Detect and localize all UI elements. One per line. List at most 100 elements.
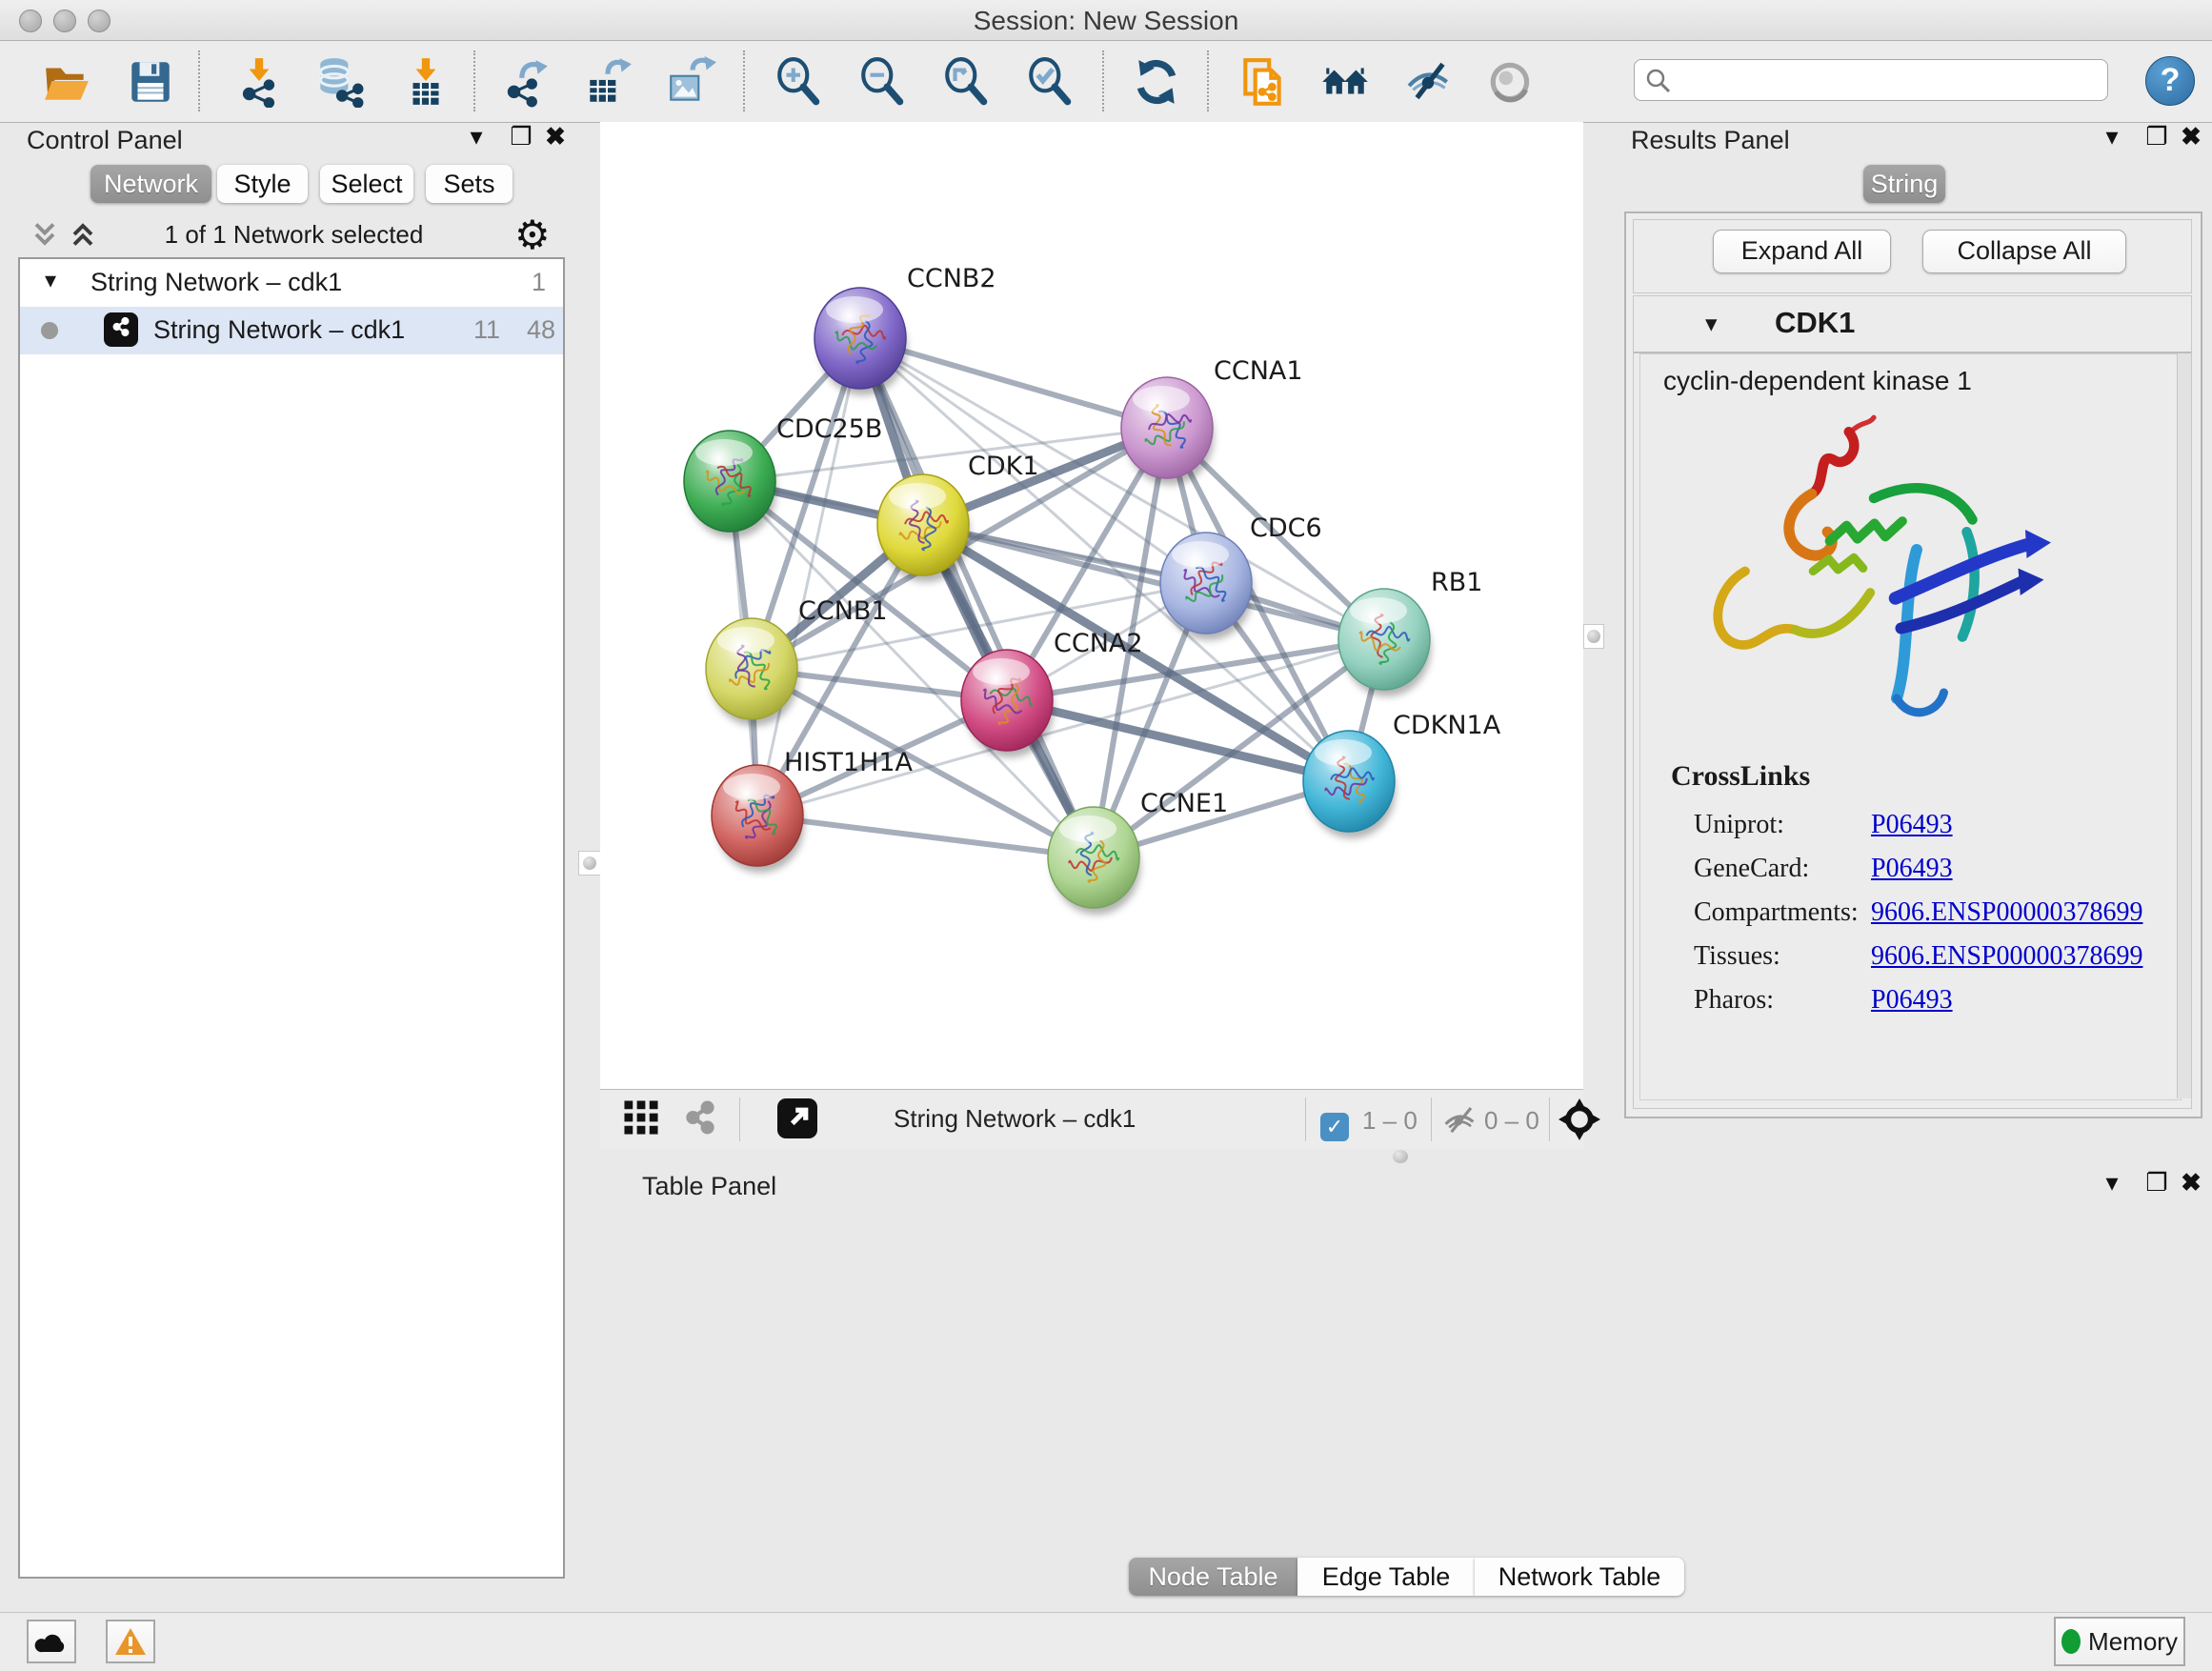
selected-checkbox-icon[interactable]: ✓ <box>1320 1105 1349 1141</box>
collection-expander-icon[interactable]: ▾ <box>45 267 56 294</box>
crosslink-label: Compartments: <box>1694 897 1859 927</box>
zoom-in-icon[interactable] <box>773 54 826 110</box>
birds-eye-view-icon[interactable] <box>623 1099 659 1142</box>
crosslink-label: GeneCard: <box>1694 854 1809 883</box>
network-options-gear-icon[interactable]: ⚙ <box>514 215 551 255</box>
zoom-out-icon[interactable] <box>856 54 910 110</box>
window-title: Session: New Session <box>0 6 2212 36</box>
cdk1-section: ▾ CDK1 cyclin-dependent kinase 1 <box>1633 295 2192 1109</box>
network-canvas[interactable]: CCNB2CCNA1CDC25BCDK1CDC6RB1CCNB1CCNA2CDK… <box>600 122 1583 1089</box>
crosslink-link[interactable]: 9606.ENSP00000378699 <box>1871 897 2142 928</box>
tab-string[interactable]: String <box>1863 165 1945 203</box>
results-panel-menu-icon[interactable]: ▾ <box>2093 122 2131 154</box>
copy-document-icon[interactable] <box>1237 54 1290 110</box>
tab-node-table[interactable]: Node Table <box>1129 1558 1297 1596</box>
edge-CCNB2-CCNE1[interactable] <box>860 338 1094 857</box>
crosslink-link[interactable]: P06493 <box>1871 985 1953 1016</box>
results-scrollbar[interactable] <box>2177 353 2191 1098</box>
refresh-icon[interactable] <box>1130 54 1183 110</box>
footer-separator <box>1431 1097 1432 1141</box>
show-all-eye-icon[interactable] <box>1485 54 1538 110</box>
node-CDC25B[interactable] <box>684 431 776 538</box>
node-CCNA2[interactable] <box>961 650 1054 757</box>
export-network-icon[interactable] <box>499 54 553 110</box>
warning-button[interactable] <box>106 1620 155 1663</box>
tab-edge-table[interactable]: Edge Table <box>1297 1558 1475 1596</box>
network-selection-row: 1 of 1 Network selected ⚙ <box>0 217 578 255</box>
node-label-RB1: RB1 <box>1431 568 1482 597</box>
open-in-window-icon[interactable] <box>777 1098 817 1138</box>
crosslink-link[interactable]: P06493 <box>1871 810 1953 840</box>
results-panel: Results Panel ▾ ❐ ✖ String Expand All Co… <box>1619 122 2212 1153</box>
network-footer-bar: String Network – cdk1 ✓ 1 – 0 0 – 0 <box>600 1089 1583 1149</box>
collapse-all-chevron-icon[interactable] <box>30 219 59 256</box>
import-network-file-icon[interactable] <box>232 54 286 110</box>
open-file-icon[interactable] <box>40 54 93 110</box>
table-panel-close-icon[interactable]: ✖ <box>2172 1168 2210 1200</box>
node-CCNA1[interactable] <box>1121 377 1214 485</box>
tab-network-table[interactable]: Network Table <box>1475 1558 1684 1596</box>
node-label-CDK1: CDK1 <box>968 452 1039 481</box>
network-selection-status: 1 of 1 Network selected <box>114 220 473 250</box>
right-splitter-handle[interactable] <box>1583 624 1604 649</box>
import-network-database-icon[interactable] <box>312 54 365 110</box>
network-label: String Network – cdk1 <box>153 315 405 345</box>
crosslink-link[interactable]: 9606.ENSP00000378699 <box>1871 941 2142 972</box>
export-table-icon[interactable] <box>581 54 634 110</box>
title-bar: Session: New Session <box>0 0 2212 41</box>
expand-all-chevron-icon[interactable] <box>69 219 97 256</box>
search-input[interactable] <box>1634 59 2108 101</box>
toolbar-separator <box>473 50 475 111</box>
cdk1-section-header[interactable]: ▾ CDK1 <box>1634 296 2191 353</box>
zoom-selected-icon[interactable] <box>1024 54 1077 110</box>
crosslink-link[interactable]: P06493 <box>1871 854 1953 884</box>
node-label-CDC6: CDC6 <box>1250 513 1322 543</box>
table-panel-float-icon[interactable]: ❐ <box>2138 1168 2176 1200</box>
hide-selected-eye-icon[interactable] <box>1402 54 1456 110</box>
search-icon <box>1645 68 1672 94</box>
tab-style[interactable]: Style <box>217 165 308 203</box>
string-network-graph[interactable]: CCNB2CCNA1CDC25BCDK1CDC6RB1CCNB1CCNA2CDK… <box>600 122 1583 1089</box>
edge-CCNB2-HIST1H1A[interactable] <box>757 338 860 815</box>
network-edge-count: 48 <box>527 315 555 345</box>
cdk1-description: cyclin-dependent kinase 1 <box>1663 366 1972 396</box>
table-panel-menu-icon[interactable]: ▾ <box>2093 1168 2131 1200</box>
help-button[interactable]: ? <box>2145 56 2195 106</box>
expand-all-button[interactable]: Expand All <box>1713 230 1891 273</box>
edge-HIST1H1A-CCNE1[interactable] <box>757 815 1094 857</box>
tab-select[interactable]: Select <box>320 165 413 203</box>
network-row[interactable]: String Network – cdk1 11 48 <box>20 307 563 354</box>
import-table-file-icon[interactable] <box>399 54 452 110</box>
left-splitter-handle[interactable] <box>578 851 601 876</box>
save-session-icon[interactable] <box>124 54 177 110</box>
table-panel-title: Table Panel <box>642 1172 776 1201</box>
network-collection-row[interactable]: ▾ String Network – cdk1 1 <box>20 259 563 307</box>
home-layout-icon[interactable] <box>1318 54 1372 110</box>
network-share-icon[interactable] <box>682 1099 718 1142</box>
node-CCNB2[interactable] <box>814 288 907 395</box>
results-panel-float-icon[interactable]: ❐ <box>2138 122 2176 154</box>
node-CDK1[interactable] <box>877 474 970 582</box>
crosslink-label: Uniprot: <box>1694 810 1784 839</box>
node-CDKN1A[interactable] <box>1303 731 1396 838</box>
control-panel-close-icon[interactable]: ✖ <box>536 122 574 154</box>
results-panel-close-icon[interactable]: ✖ <box>2172 122 2210 154</box>
pan-crosshair-icon[interactable] <box>1558 1098 1600 1147</box>
zoom-fit-icon[interactable] <box>940 54 994 110</box>
node-RB1[interactable] <box>1338 589 1431 696</box>
cloud-button[interactable] <box>27 1620 76 1663</box>
network-status-dot-icon <box>41 322 58 339</box>
control-panel-title: Control Panel <box>27 126 183 155</box>
tab-sets[interactable]: Sets <box>426 165 513 203</box>
tab-network[interactable]: Network <box>90 165 211 203</box>
node-HIST1H1A[interactable] <box>712 765 804 873</box>
control-panel-menu-icon[interactable]: ▾ <box>457 122 495 154</box>
cdk1-expander-icon[interactable]: ▾ <box>1705 310 1718 338</box>
control-panel: Control Panel ▾ ❐ ✖ NetworkStyle Select Se… <box>0 122 578 1612</box>
control-panel-float-icon[interactable]: ❐ <box>502 122 540 154</box>
node-CCNE1[interactable] <box>1048 807 1140 915</box>
export-image-icon[interactable] <box>664 54 717 110</box>
node-CCNB1[interactable] <box>706 618 798 726</box>
memory-button[interactable]: Memory <box>2054 1617 2185 1666</box>
collapse-all-button[interactable]: Collapse All <box>1922 230 2126 273</box>
